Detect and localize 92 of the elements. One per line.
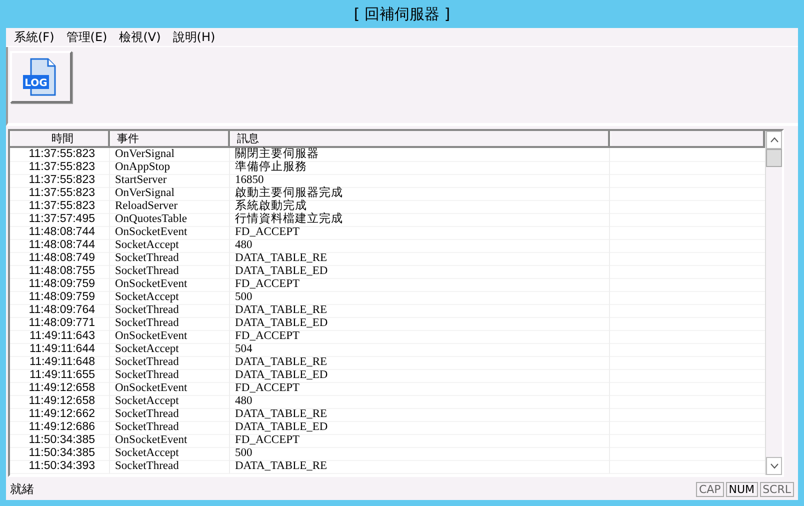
status-text: 就緒 (10, 480, 35, 498)
table-cell: 11:37:55:823 (10, 174, 110, 188)
log-button[interactable]: LOG (10, 51, 72, 103)
scroll-up-button[interactable] (766, 131, 782, 149)
table-cell: 11:49:12:686 (10, 421, 110, 435)
table-cell: DATA_TABLE_RE (230, 252, 610, 266)
table-cell: 11:49:12:658 (10, 395, 110, 409)
table-cell: 11:37:55:823 (10, 187, 110, 201)
table-cell: 系統啟動完成 (230, 200, 610, 214)
table-cell: 11:48:08:744 (10, 239, 110, 253)
table-cell: 11:50:34:385 (10, 447, 110, 461)
table-cell: SocketAccept (110, 395, 230, 409)
table-cell: 480 (230, 395, 610, 409)
chevron-up-icon (770, 137, 778, 143)
table-cell: 11:48:08:749 (10, 252, 110, 266)
table-cell: 11:50:34:393 (10, 460, 110, 474)
table-cell: OnSocketEvent (110, 330, 230, 344)
menu-item[interactable]: 檢視(V) (113, 28, 167, 46)
table-cell: 11:49:11:655 (10, 369, 110, 383)
table-cell: FD_ACCEPT (230, 226, 610, 240)
table-cell: 11:37:55:823 (10, 148, 110, 162)
table-cell: 11:49:11:643 (10, 330, 110, 344)
table-cell: 504 (230, 343, 610, 357)
table-cell: ReloadServer (110, 200, 230, 214)
menu-item[interactable]: 說明(H) (166, 28, 222, 46)
table-cell: 11:48:08:755 (10, 265, 110, 279)
chevron-down-icon (770, 463, 778, 469)
table-cell: SocketThread (110, 408, 230, 422)
table-cell: 500 (230, 291, 610, 305)
table-cell: 準備停止服務 (230, 161, 610, 175)
table-cell: 480 (230, 239, 610, 253)
table-cell: 11:49:11:648 (10, 356, 110, 370)
table-cell: 11:48:09:759 (10, 278, 110, 292)
table-cell: 關閉主要伺服器 (230, 148, 610, 162)
window-title: [ 回補伺服器 ] (354, 4, 450, 24)
table-cell: FD_ACCEPT (230, 330, 610, 344)
table-cell: DATA_TABLE_ED (230, 317, 610, 331)
table-cell: SocketThread (110, 317, 230, 331)
key-indicator: SCRL (760, 482, 794, 496)
table-cell: DATA_TABLE_RE (230, 304, 610, 318)
scroll-down-button[interactable] (766, 457, 782, 475)
table-cell: FD_ACCEPT (230, 382, 610, 396)
table-cell: 11:49:12:658 (10, 382, 110, 396)
table-cell: OnSocketEvent (110, 434, 230, 448)
table-cell: OnSocketEvent (110, 226, 230, 240)
table-cell: SocketThread (110, 421, 230, 435)
table-cell: SocketAccept (110, 291, 230, 305)
table-cell: DATA_TABLE_ED (230, 265, 610, 279)
table-cell: OnQuotesTable (110, 213, 230, 227)
table-cell: SocketAccept (110, 447, 230, 461)
table-cell: SocketThread (110, 460, 230, 474)
table-cell: DATA_TABLE_ED (230, 369, 610, 383)
table-cell: SocketThread (110, 304, 230, 318)
table-cell: 11:37:55:823 (10, 161, 110, 175)
table-cell: 啟動主要伺服器完成 (230, 187, 610, 201)
column-header[interactable]: 事件 (110, 131, 230, 146)
table-cell: 11:48:09:771 (10, 317, 110, 331)
key-indicator: CAP (696, 482, 724, 496)
table-cell: OnVerSignal (110, 187, 230, 201)
table-cell: FD_ACCEPT (230, 278, 610, 292)
table-cell: FD_ACCEPT (230, 434, 610, 448)
table-cell: DATA_TABLE_RE (230, 408, 610, 422)
table-cell: OnAppStop (110, 161, 230, 175)
column-header[interactable]: 訊息 (230, 131, 610, 146)
table-cell: OnSocketEvent (110, 382, 230, 396)
table-cell: 11:49:11:644 (10, 343, 110, 357)
table-cell: 11:48:09:764 (10, 304, 110, 318)
table-cell: OnSocketEvent (110, 278, 230, 292)
column-header[interactable]: 時間 (10, 131, 110, 146)
table-cell: SocketAccept (110, 239, 230, 253)
table-cell: OnVerSignal (110, 148, 230, 162)
scroll-thumb[interactable] (766, 149, 782, 167)
table-cell: SocketThread (110, 369, 230, 383)
table-cell: 500 (230, 447, 610, 461)
table-cell: 11:48:09:759 (10, 291, 110, 305)
table-cell: SocketThread (110, 265, 230, 279)
table-cell: StartServer (110, 174, 230, 188)
table-cell: SocketAccept (110, 343, 230, 357)
table-cell: 11:50:34:385 (10, 434, 110, 448)
menu-item[interactable]: 系統(F) (8, 28, 60, 46)
table-cell: DATA_TABLE_RE (230, 460, 610, 474)
table-cell: DATA_TABLE_ED (230, 421, 610, 435)
table-cell: 11:49:12:662 (10, 408, 110, 422)
table-cell: SocketThread (110, 356, 230, 370)
table-cell: 11:37:57:495 (10, 213, 110, 227)
menu-item[interactable]: 管理(E) (60, 28, 114, 46)
table-cell: DATA_TABLE_RE (230, 356, 610, 370)
table-cell: SocketThread (110, 252, 230, 266)
table-cell: 11:37:55:823 (10, 200, 110, 214)
table-cell: 行情資料檔建立完成 (230, 213, 610, 227)
key-indicator: NUM (726, 482, 758, 496)
table-cell: 11:48:08:744 (10, 226, 110, 240)
